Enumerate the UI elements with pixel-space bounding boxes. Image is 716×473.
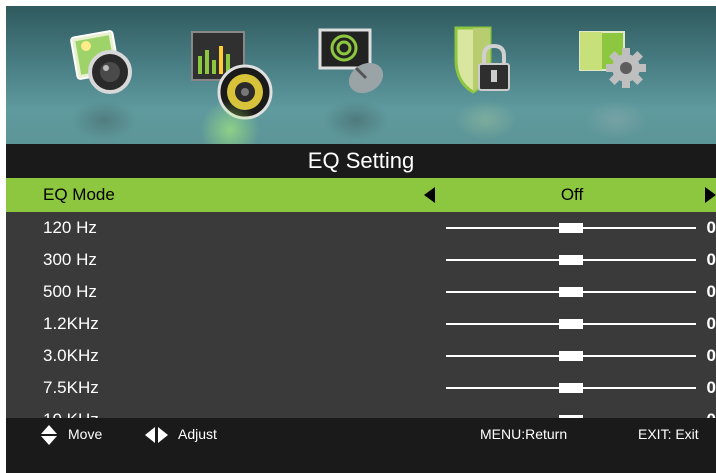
eq-band-label: 300 Hz — [43, 250, 97, 269]
slider-handle[interactable] — [559, 319, 583, 329]
lock-menu-tab[interactable] — [446, 20, 526, 140]
menu-return-hint: MENU:Return — [480, 426, 568, 442]
slider-handle[interactable] — [559, 287, 583, 297]
eq-band-row[interactable]: 300 Hz 0 — [6, 244, 716, 276]
eq-band-row[interactable]: 1.2KHz 0 — [6, 308, 716, 340]
setup-icon — [579, 31, 646, 88]
eq-mode-value: Off — [560, 185, 584, 204]
eq-band-row[interactable]: 120 Hz 0 — [6, 212, 716, 244]
eq-band-value: 0 — [706, 314, 716, 333]
osd-menu: EQ Setting EQ Mode Off 120 Hz 0 300 Hz 0 500… — [6, 6, 716, 473]
arrow-right-icon[interactable] — [705, 187, 716, 203]
picture-menu-tab[interactable] — [64, 20, 144, 140]
setup-menu-tab[interactable] — [576, 20, 656, 140]
eq-band-value: 0 — [706, 218, 716, 237]
eq-band-label: 1.2KHz — [43, 314, 99, 333]
eq-band-label: 7.5KHz — [43, 378, 99, 397]
exit-hint: EXIT: Exit — [638, 426, 699, 442]
eq-band-label: 500 Hz — [43, 282, 97, 301]
help-bar: Move Adjust MENU:Return EXIT: Exit — [6, 418, 716, 473]
picture-icon — [70, 30, 132, 94]
eq-band-value: 0 — [706, 346, 716, 365]
eq-band-row[interactable]: 500 Hz 0 — [6, 276, 716, 308]
eq-band-value: 0 — [706, 282, 716, 301]
move-hint: Move — [68, 426, 103, 442]
arrow-left-icon[interactable] — [424, 187, 435, 203]
eq-settings-list: EQ Mode Off 120 Hz 0 300 Hz 0 500 Hz 0 1.2KHz 0… — [6, 178, 716, 436]
slider-handle[interactable] — [559, 351, 583, 361]
eq-band-row[interactable]: 3.0KHz 0 — [6, 340, 716, 372]
eq-band-label: 3.0KHz — [43, 346, 99, 365]
eq-band-row[interactable]: 7.5KHz 0 — [6, 372, 716, 404]
lock-icon — [454, 26, 510, 94]
page-title: EQ Setting — [6, 144, 716, 178]
menu-icon-bar — [6, 6, 716, 144]
eq-band-value: 0 — [706, 250, 716, 269]
left-right-arrow-icon — [145, 427, 169, 443]
slider-handle[interactable] — [559, 223, 583, 233]
adjust-hint: Adjust — [178, 426, 217, 442]
sound-menu-tab[interactable] — [190, 20, 273, 144]
up-down-arrow-icon — [40, 425, 58, 447]
eq-mode-row[interactable]: EQ Mode Off — [6, 178, 716, 212]
sound-icon — [191, 31, 273, 120]
channel-icon — [318, 28, 384, 94]
slider-handle[interactable] — [559, 255, 583, 265]
eq-mode-label: EQ Mode — [43, 185, 115, 204]
eq-band-value: 0 — [706, 378, 716, 397]
eq-band-label: 120 Hz — [43, 218, 97, 237]
channel-menu-tab[interactable] — [316, 20, 396, 140]
slider-handle[interactable] — [559, 383, 583, 393]
